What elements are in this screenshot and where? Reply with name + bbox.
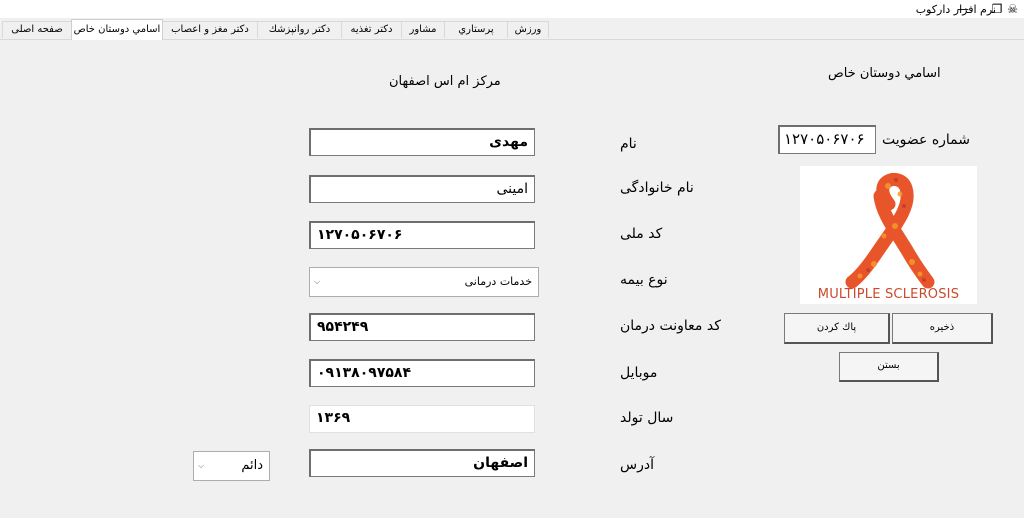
logo-caption: MULTIPLE SCLEROSIS <box>817 287 960 302</box>
family-label: نام خانوادگی <box>620 180 694 196</box>
clear-button[interactable]: پاك كردن <box>784 313 890 344</box>
save-button[interactable]: ذخيره <box>892 313 993 344</box>
address-type-selected-value: دائم <box>241 458 263 473</box>
tab-psychiatrist[interactable]: دكتر روانپزشك <box>257 21 342 38</box>
national-id-label: كد ملی <box>620 226 663 242</box>
center-title: مركز ام اس اصفهان <box>389 74 501 89</box>
title-bar: ☠ نرم افزار داركوب — ❐ <box>0 0 1024 18</box>
tab-counselor[interactable]: مشاور <box>401 21 445 38</box>
ms-ribbon-icon <box>845 173 935 289</box>
section-title: اسامي دوستان خاص <box>828 66 941 81</box>
birth-year-input[interactable]: ۱۳۶۹ <box>309 405 535 433</box>
name-input[interactable]: مهدی <box>309 128 535 156</box>
assistance-code-input[interactable]: ۹۵۴۲۴۹ <box>309 313 535 341</box>
mobile-input[interactable]: ۰۹۱۳۸۰۹۷۵۸۴ <box>309 359 535 387</box>
tab-nursing[interactable]: پرستاري <box>444 21 508 38</box>
assistance-code-label: كد معاونت درمان <box>620 318 721 334</box>
family-input[interactable]: امینی <box>309 175 535 203</box>
insurance-select[interactable]: خدمات درمانی ⌵ <box>309 267 539 297</box>
tab-neurologist[interactable]: دكتر مغز و اعصاب <box>162 21 258 38</box>
membership-number-label: شماره عضويت <box>882 132 971 148</box>
insurance-label: نوع بيمه <box>620 272 668 288</box>
tab-strip: صفحه اصلی اسامي دوستان خاص دكتر مغز و اع… <box>0 19 1024 40</box>
address-input[interactable]: اصفهان <box>309 449 535 477</box>
tab-exercise[interactable]: ورزش <box>507 21 549 38</box>
insurance-selected-value: خدمات درمانی <box>464 275 532 288</box>
close-button[interactable]: بستن <box>839 352 939 382</box>
chevron-down-icon: ⌵ <box>198 461 205 470</box>
membership-number-input[interactable]: ۱۲۷۰۵۰۶۷۰۶ <box>778 125 876 154</box>
tab-special-friends[interactable]: اسامي دوستان خاص <box>71 19 163 40</box>
chevron-down-icon: ⌵ <box>314 277 321 286</box>
ms-ribbon-logo: MULTIPLE SCLEROSIS <box>800 166 977 304</box>
tab-nutritionist[interactable]: دكتر تغذيه <box>341 21 402 38</box>
name-label: نام <box>620 136 637 152</box>
restore-button[interactable]: ❐ <box>982 0 1012 18</box>
national-id-input[interactable]: ۱۲۷۰۵۰۶۷۰۶ <box>309 221 535 249</box>
mobile-label: موبايل <box>620 365 658 381</box>
address-label: آدرس <box>620 457 654 473</box>
tab-home[interactable]: صفحه اصلی <box>2 21 72 38</box>
address-type-select[interactable]: دائم ⌵ <box>193 451 270 481</box>
minimize-button[interactable]: — <box>948 0 978 18</box>
birth-year-label: سال تولد <box>620 410 674 426</box>
